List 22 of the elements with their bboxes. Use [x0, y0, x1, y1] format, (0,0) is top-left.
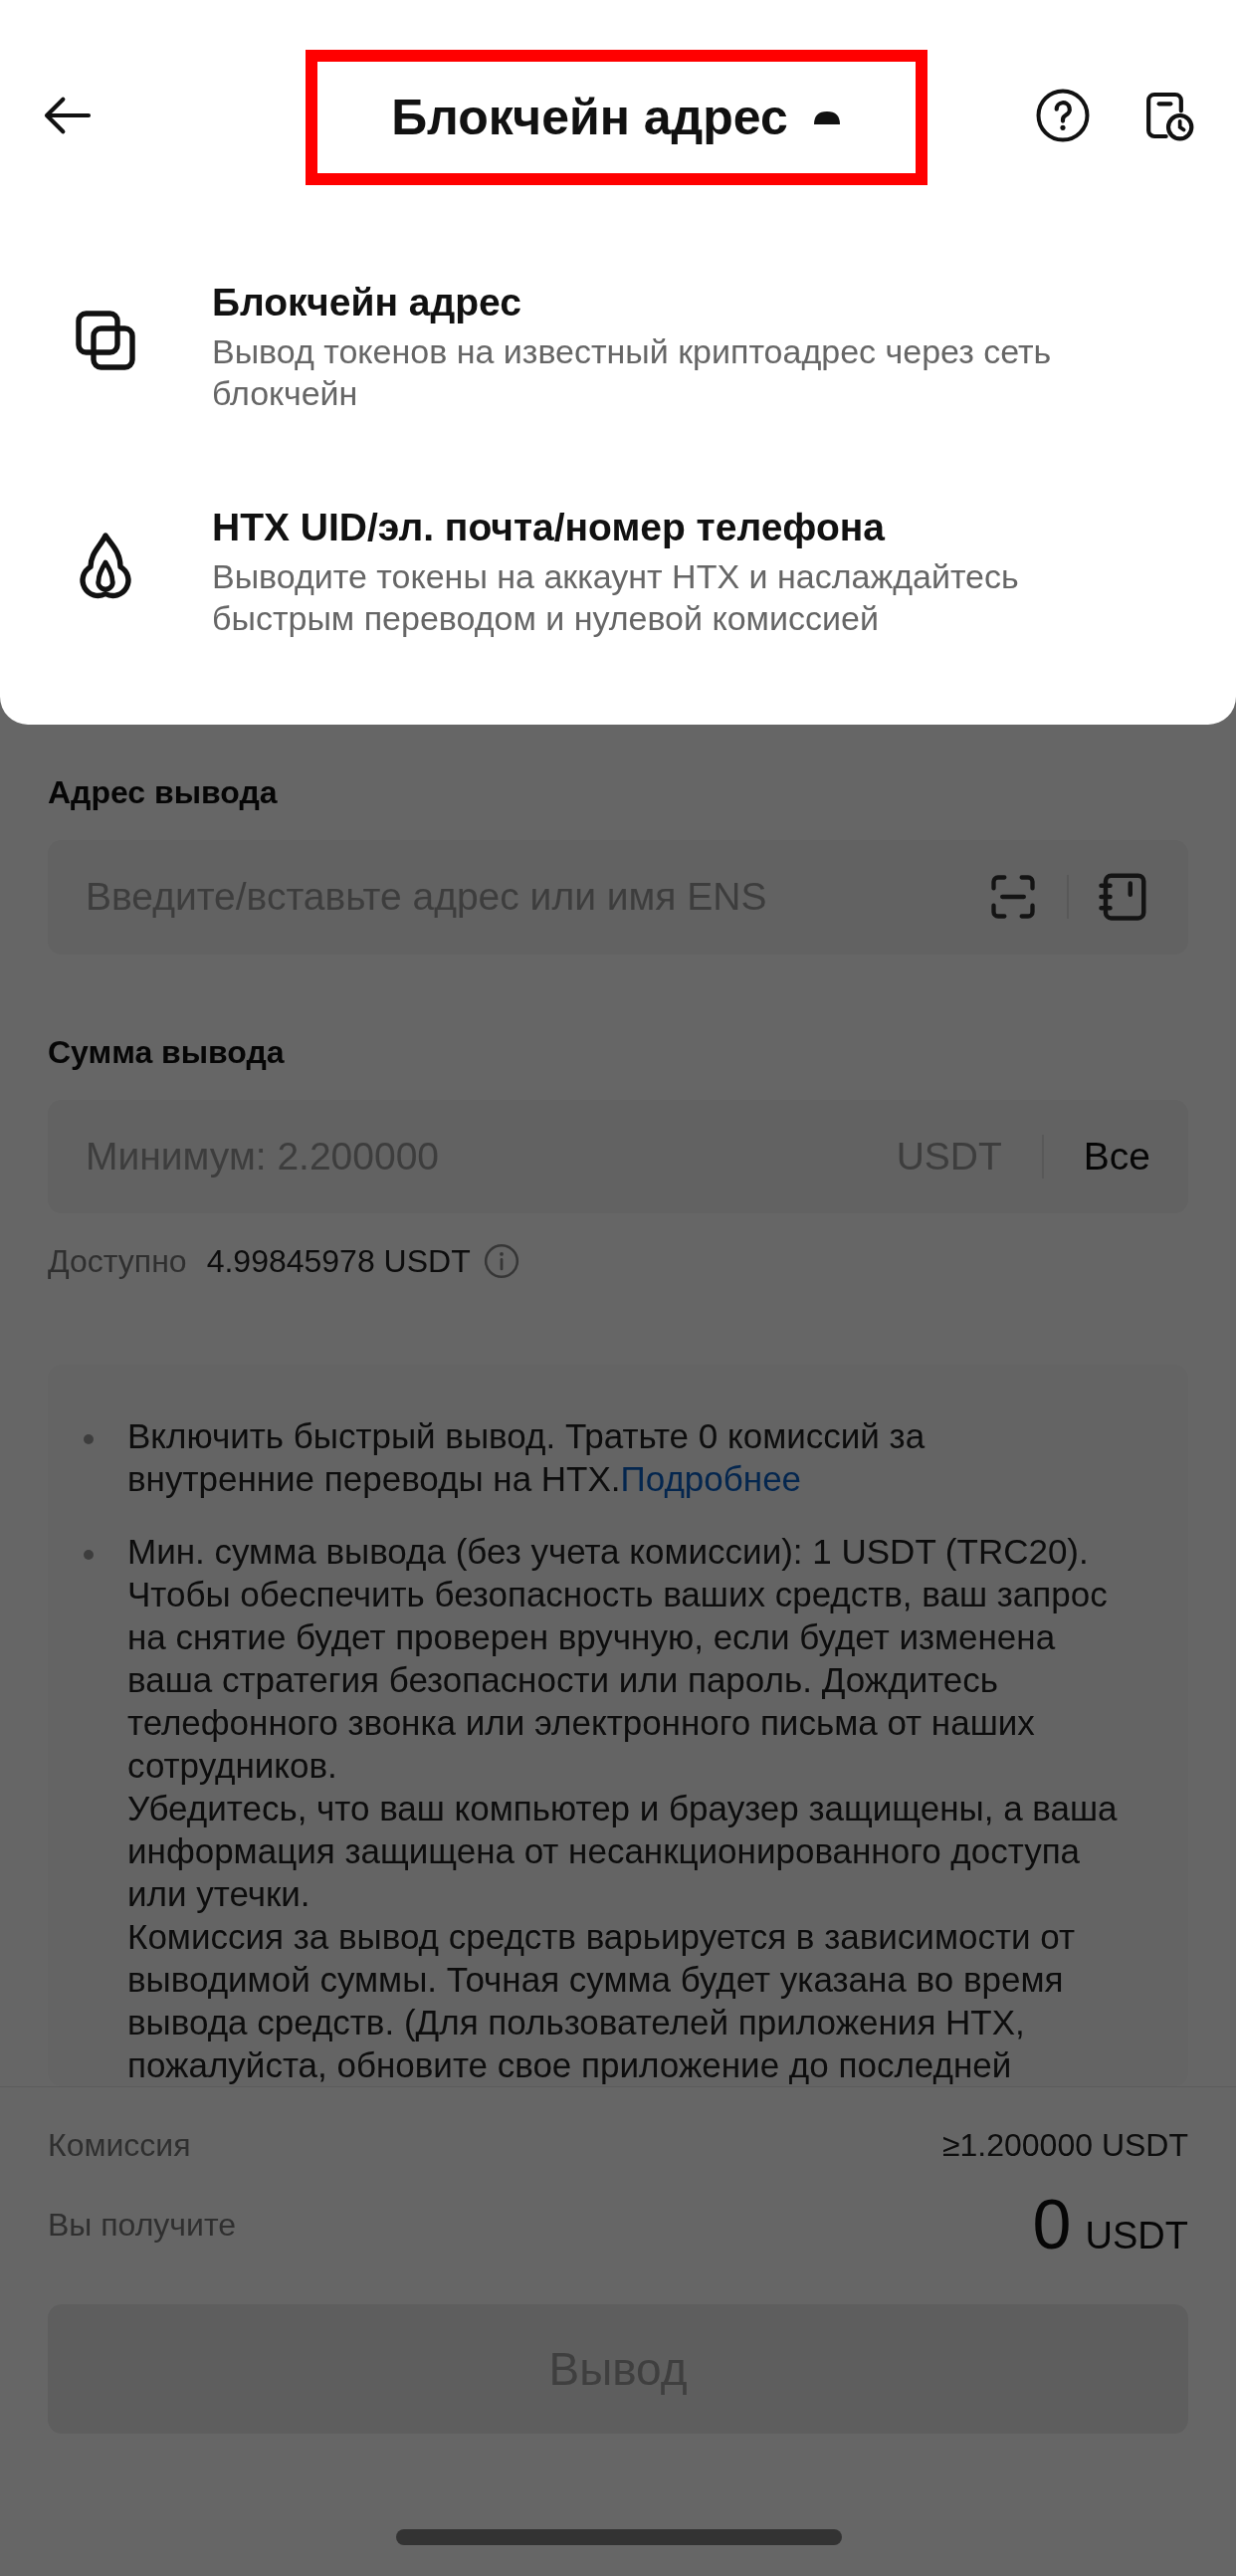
available-balance: 4.99845978 USDT — [206, 1242, 471, 1281]
receive-currency: USDT — [1085, 2214, 1188, 2258]
page-title: Блокчейн адрес — [391, 88, 788, 147]
menu-item-description: Выводите токены на аккаунт HTX и наслаждайтесь быстрым переводом и нулевой комиссией — [212, 556, 1020, 639]
more-link[interactable]: Подробнее — [620, 1459, 802, 1498]
bullet-icon — [84, 1434, 94, 1444]
menu-item-title: HTX UID/эл. почта/номер телефона — [212, 505, 887, 550]
receive-amount: 0 — [1032, 2185, 1072, 2264]
menu-item[interactable]: HTX UID/эл. почта/номер телефона Выводите токены на аккаунт HTX и наслаждайтесь быстрым переводом и нулевой комиссией — [0, 504, 1236, 639]
bullet-icon — [84, 1550, 94, 1560]
fee-value: ≥1.200000 USDT — [941, 2126, 1188, 2165]
max-button[interactable]: Все — [1083, 1127, 1150, 1185]
help-icon[interactable] — [1035, 88, 1091, 143]
field-label: Сумма вывода — [48, 1032, 286, 1072]
note-text: Включить быстрый вывод. Тратьте 0 комиссий за внутренние переводы на HTX.Подробнее — [127, 1415, 927, 1500]
menu-item-title: Блокчейн адрес — [212, 280, 522, 325]
title-dropdown[interactable]: Блокчейн адрес — [306, 50, 927, 185]
field-label: Адрес вывода — [48, 773, 279, 812]
info-icon[interactable] — [482, 1242, 520, 1280]
menu-item-description: Вывод токенов на известный криптоадрес через сеть блокчейн — [212, 331, 1053, 414]
note-text: Мин. сумма вывода (без учета комиссии): 1 USDT (TRC20). Чтобы обеспечить безопасность ваших средств, ваш запрос на снятие будет проверен вручную, если будет изменена ваша стратегия безопасности или пароль. Дождитесь телефонного звонка или электронного письма от наших сотрудников. Убедитесь, что ваш компьютер и браузер защищены, а ваша информация защищена от несанкционированного доступа или утечки. Комиссия за вывод средств варьируется в зависимости от выводимой суммы. Точная сумма будет указана во время вывода средств. (Для пользователей приложения HTX, пожалуйста, обновите свое приложение до последней — [127, 1531, 1119, 2086]
menu-item[interactable]: Блокчейн адрес Вывод токенов на известный криптоадрес через сеть блокчейн — [0, 279, 1236, 414]
